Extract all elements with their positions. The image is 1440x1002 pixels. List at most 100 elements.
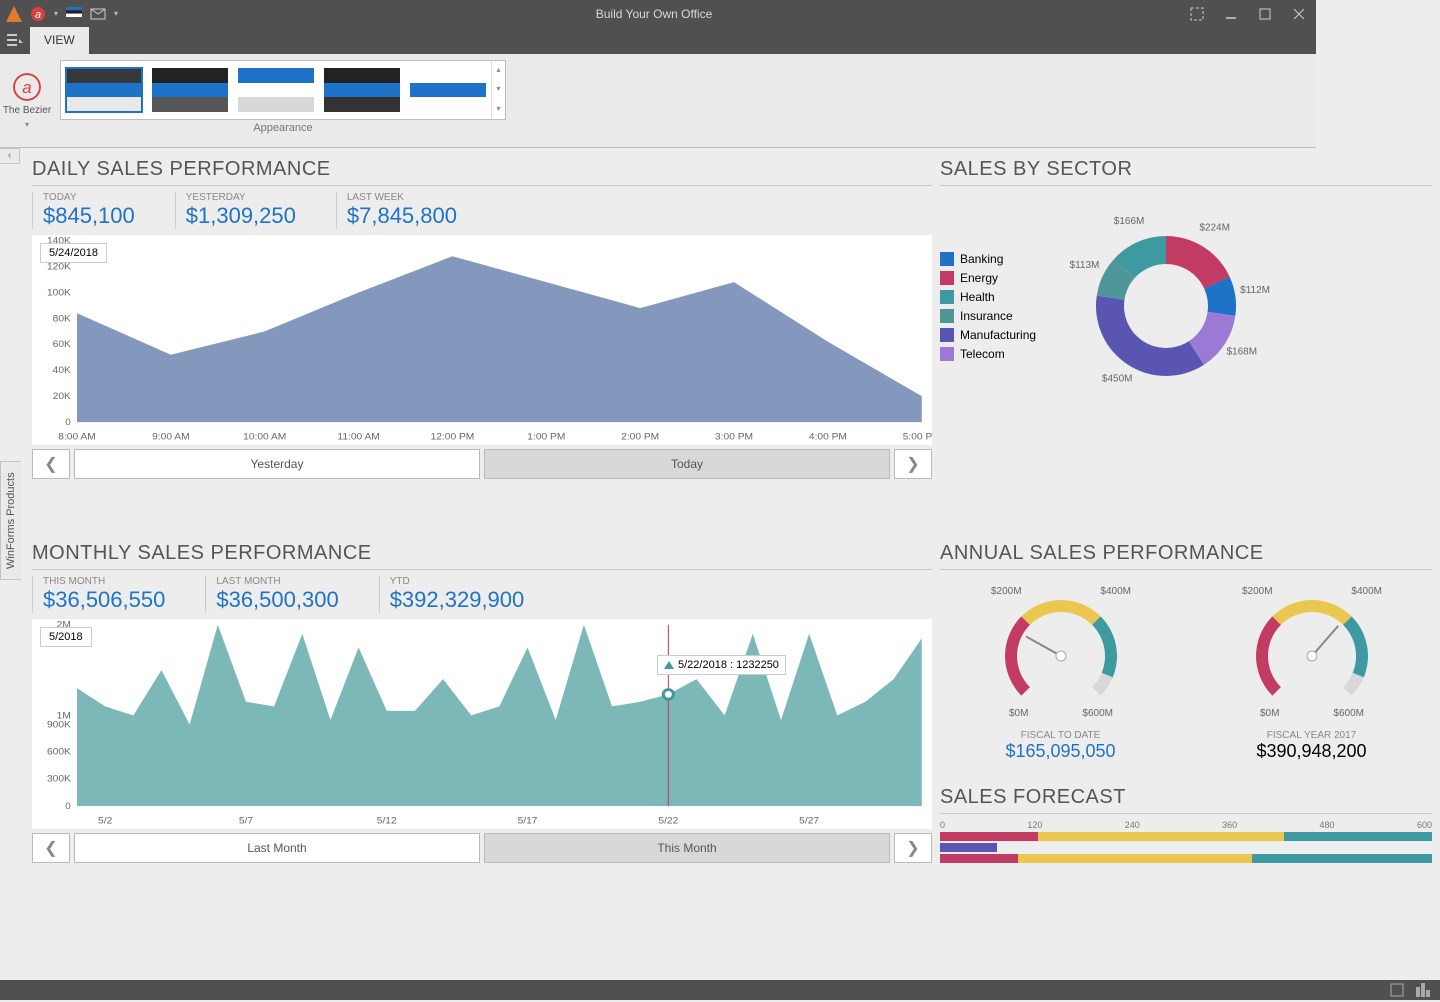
daily-lastweek-value: $7,845,800 <box>347 203 457 229</box>
svg-text:$168M: $168M <box>1227 347 1258 358</box>
legend-item: Manufacturing <box>940 328 1036 342</box>
svg-text:0: 0 <box>65 801 71 812</box>
svg-text:5/7: 5/7 <box>239 816 253 827</box>
window-title: Build Your Own Office <box>118 7 1190 21</box>
monthly-date-badge: 5/2018 <box>40 627 92 647</box>
monthly-sales-panel: MONTHLY SALES PERFORMANCE THIS MONTH$36,… <box>32 532 932 978</box>
daily-prev-button[interactable]: ❮ <box>32 449 70 479</box>
svg-text:0: 0 <box>65 417 71 428</box>
theme-swatch[interactable] <box>237 67 315 113</box>
svg-text:8:00 AM: 8:00 AM <box>58 432 95 443</box>
svg-text:100K: 100K <box>47 288 71 299</box>
sales-by-sector-panel: SALES BY SECTOR BankingEnergyHealthInsur… <box>940 148 1432 524</box>
svg-text:$200M: $200M <box>1242 586 1273 597</box>
svg-text:5/27: 5/27 <box>799 816 819 827</box>
svg-text:20K: 20K <box>53 391 72 402</box>
svg-text:2:00 PM: 2:00 PM <box>621 432 659 443</box>
triangle-icon <box>664 661 674 669</box>
svg-text:1M: 1M <box>57 711 71 722</box>
legend-item: Insurance <box>940 309 1036 323</box>
sector-donut-chart[interactable]: $224M$112M$168M$450M$113M$166M <box>1056 196 1276 416</box>
svg-text:12:00 PM: 12:00 PM <box>431 432 475 443</box>
theme-gallery: ▴ ▾ ▾ <box>60 60 506 120</box>
monthly-seg-last[interactable]: Last Month <box>74 833 480 863</box>
theme-swatch[interactable] <box>151 67 229 113</box>
gallery-down-icon[interactable]: ▾ <box>492 80 505 99</box>
svg-text:$600M: $600M <box>1333 708 1364 719</box>
forecast-chart[interactable] <box>940 832 1432 863</box>
svg-text:900K: 900K <box>47 720 71 731</box>
monthly-prev-button[interactable]: ❮ <box>32 833 70 863</box>
svg-text:$112M: $112M <box>1240 285 1270 296</box>
flag-icon[interactable] <box>66 6 82 22</box>
monthly-this-value: $36,506,550 <box>43 587 165 613</box>
svg-text:5/17: 5/17 <box>518 816 538 827</box>
svg-text:$400M: $400M <box>1100 586 1131 597</box>
dropdown-icon[interactable]: ▾ <box>54 9 58 18</box>
ribbon-tabs: VIEW <box>0 27 1316 54</box>
svg-text:$113M: $113M <box>1070 260 1100 271</box>
daily-yesterday-value: $1,309,250 <box>186 203 296 229</box>
svg-text:$450M: $450M <box>1102 374 1133 385</box>
monthly-title: MONTHLY SALES PERFORMANCE <box>32 532 932 570</box>
sales-forecast-panel: SALES FORECAST 0120240360480600 <box>940 776 1432 863</box>
legend-item: Health <box>940 290 1036 304</box>
svg-text:3:00 PM: 3:00 PM <box>715 432 753 443</box>
gauge-fiscal-to-date[interactable]: $200M$400M$0M$600M <box>981 576 1141 726</box>
monthly-tooltip: 5/22/2018 : 1232250 <box>657 655 786 675</box>
svg-text:11:00 AM: 11:00 AM <box>337 432 379 443</box>
svg-text:$0M: $0M <box>1009 708 1028 719</box>
daily-seg-yesterday[interactable]: Yesterday <box>74 449 480 479</box>
theme-swatch[interactable] <box>323 67 401 113</box>
monthly-next-button[interactable]: ❯ <box>894 833 932 863</box>
app-menu-button[interactable] <box>0 27 30 54</box>
title-bar: a ▾ ▾ Build Your Own Office <box>0 0 1316 27</box>
svg-text:80K: 80K <box>53 314 72 325</box>
daily-next-button[interactable]: ❯ <box>894 449 932 479</box>
svg-text:5/22: 5/22 <box>658 816 678 827</box>
daily-chart[interactable]: 5/24/2018 020K40K60K80K100K120K140K8:00 … <box>32 235 932 445</box>
forecast-title: SALES FORECAST <box>940 776 1432 814</box>
monthly-ytd-value: $392,329,900 <box>390 587 525 613</box>
svg-text:$600M: $600M <box>1082 708 1113 719</box>
svg-text:10:00 AM: 10:00 AM <box>243 432 286 443</box>
gauge-fiscal-year[interactable]: $200M$400M$0M$600M <box>1232 576 1392 726</box>
close-icon[interactable] <box>1292 7 1306 21</box>
monthly-last-value: $36,500,300 <box>216 587 338 613</box>
daily-today-value: $845,100 <box>43 203 135 229</box>
daily-seg-today[interactable]: Today <box>484 449 890 479</box>
chevron-down-icon: ▾ <box>25 120 29 129</box>
gallery-up-icon[interactable]: ▴ <box>492 61 505 80</box>
collapse-handle[interactable]: ‹ <box>0 148 20 164</box>
svg-text:4:00 PM: 4:00 PM <box>809 432 847 443</box>
minimize-icon[interactable] <box>1224 7 1238 21</box>
svg-text:$166M: $166M <box>1114 216 1145 227</box>
tab-view[interactable]: VIEW <box>30 27 89 54</box>
svg-text:60K: 60K <box>53 340 72 351</box>
annual-title: ANNUAL SALES PERFORMANCE <box>940 532 1432 570</box>
side-tab-products[interactable]: WinForms Products <box>0 461 21 580</box>
sector-legend: BankingEnergyHealthInsuranceManufacturin… <box>940 247 1036 366</box>
svg-text:$0M: $0M <box>1260 708 1279 719</box>
monthly-seg-this[interactable]: This Month <box>484 833 890 863</box>
theme-swatch[interactable] <box>409 67 487 113</box>
ribbon-theme-button[interactable]: a The Bezier ▾ <box>0 54 54 147</box>
maximize-icon[interactable] <box>1258 7 1272 21</box>
sector-title: SALES BY SECTOR <box>940 148 1432 186</box>
brand-icon: a <box>30 6 46 22</box>
daily-date-badge: 5/24/2018 <box>40 243 107 263</box>
statusbar-icon[interactable] <box>1416 983 1430 997</box>
gauge-fy-value: $390,948,200 <box>1232 741 1392 762</box>
svg-text:a: a <box>22 78 31 97</box>
monthly-chart[interactable]: 5/2018 0300K600K900K1M2M5/25/75/125/175/… <box>32 619 932 829</box>
app-icon <box>6 6 22 22</box>
gauge-ftd-value: $165,095,050 <box>981 741 1141 762</box>
fullscreen-icon[interactable] <box>1190 7 1204 21</box>
svg-text:1:00 PM: 1:00 PM <box>527 432 565 443</box>
right-lower-column: ANNUAL SALES PERFORMANCE $200M $400M $0M $6… <box>940 532 1432 978</box>
statusbar-icon[interactable] <box>1390 983 1404 997</box>
theme-swatch[interactable] <box>65 67 143 113</box>
mail-icon[interactable] <box>90 6 106 22</box>
gallery-more-icon[interactable]: ▾ <box>492 100 505 119</box>
daily-sales-panel: DAILY SALES PERFORMANCE TODAY$845,100 YE… <box>32 148 932 524</box>
